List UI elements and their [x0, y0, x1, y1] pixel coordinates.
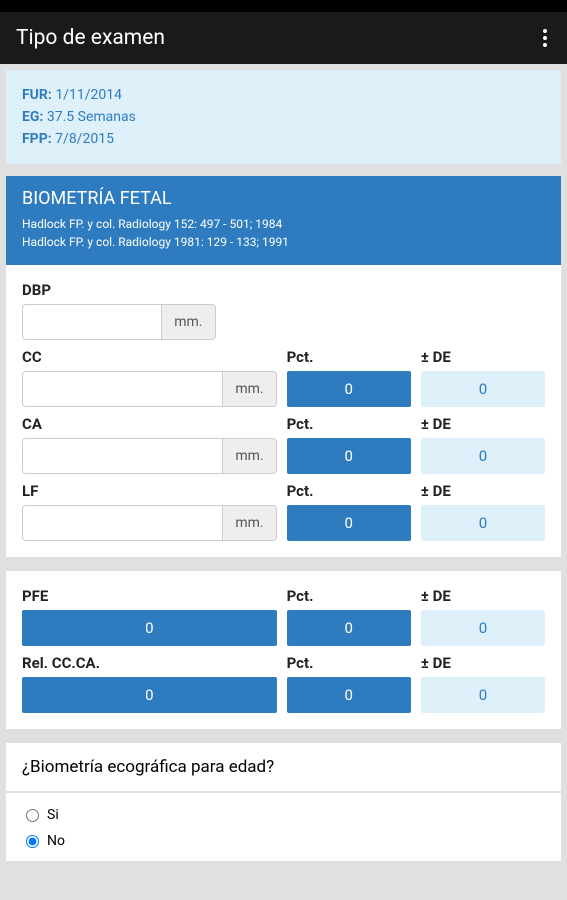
pct-label: Pct.	[287, 482, 411, 500]
pfe-value: 0	[22, 610, 277, 646]
radio-option-si[interactable]: Si	[26, 807, 541, 823]
fpp-label: FPP:	[22, 131, 52, 147]
app-bar: Tipo de examen	[0, 12, 567, 64]
radio-si-input[interactable]	[26, 809, 39, 822]
fpp-value: 7/8/2015	[55, 131, 114, 147]
de-label: ± DE	[421, 654, 545, 672]
de-label: ± DE	[421, 415, 545, 433]
question-text: ¿Biometría ecográfica para edad?	[6, 743, 561, 791]
pfe-de: 0	[421, 610, 545, 646]
de-label: ± DE	[421, 587, 545, 605]
pct-label: Pct.	[287, 587, 411, 605]
unit-mm: mm.	[223, 505, 276, 541]
ca-de: 0	[421, 438, 545, 474]
info-card: FUR: 1/11/2014 EG: 37.5 Semanas FPP: 7/8…	[6, 70, 561, 164]
unit-mm: mm.	[162, 304, 215, 340]
pct-label: Pct.	[287, 654, 411, 672]
ca-label: CA	[22, 415, 277, 433]
cc-pct: 0	[287, 371, 411, 407]
section-header: BIOMETRÍA FETAL Hadlock FP. y col. Radio…	[6, 176, 561, 265]
dbp-input[interactable]	[22, 304, 162, 340]
section-title: BIOMETRÍA FETAL	[22, 188, 545, 209]
cc-de: 0	[421, 371, 545, 407]
cc-label: CC	[22, 348, 277, 366]
status-bar	[0, 0, 567, 12]
ca-input[interactable]	[22, 438, 223, 474]
app-title: Tipo de examen	[16, 26, 165, 50]
dbp-label: DBP	[22, 281, 277, 299]
cc-input[interactable]	[22, 371, 223, 407]
de-label: ± DE	[421, 348, 545, 366]
radio-option-no[interactable]: No	[26, 833, 541, 849]
lf-input[interactable]	[22, 505, 223, 541]
pct-label: Pct.	[287, 415, 411, 433]
unit-mm: mm.	[223, 371, 276, 407]
section-ref1: Hadlock FP. y col. Radiology 152: 497 - …	[22, 215, 545, 233]
lf-label: LF	[22, 482, 277, 500]
pfe-pct: 0	[287, 610, 411, 646]
eg-value: 37.5 Semanas	[47, 109, 136, 125]
rel-value: 0	[22, 677, 277, 713]
rel-label: Rel. CC.CA.	[22, 654, 277, 672]
de-label: ± DE	[421, 482, 545, 500]
derived-panel: PFE 0 Pct. 0 ± DE 0 Rel. CC.CA. 0 Pct. 0	[6, 571, 561, 729]
fur-label: FUR:	[22, 87, 52, 103]
unit-mm: mm.	[223, 438, 276, 474]
radio-si-label: Si	[47, 807, 59, 823]
overflow-menu-icon[interactable]	[539, 21, 551, 55]
biometry-panel: DBP mm. CC mm. Pct. 0 ±	[6, 265, 561, 557]
section-ref2: Hadlock FP. y col. Radiology 1981: 129 -…	[22, 233, 545, 251]
rel-pct: 0	[287, 677, 411, 713]
pfe-label: PFE	[22, 587, 277, 605]
radio-no-label: No	[47, 833, 65, 849]
pct-label: Pct.	[287, 348, 411, 366]
lf-pct: 0	[287, 505, 411, 541]
fur-value: 1/11/2014	[55, 87, 122, 103]
radio-panel: Si No	[6, 793, 561, 861]
eg-label: EG:	[22, 109, 43, 125]
ca-pct: 0	[287, 438, 411, 474]
lf-de: 0	[421, 505, 545, 541]
radio-no-input[interactable]	[26, 835, 39, 848]
rel-de: 0	[421, 677, 545, 713]
